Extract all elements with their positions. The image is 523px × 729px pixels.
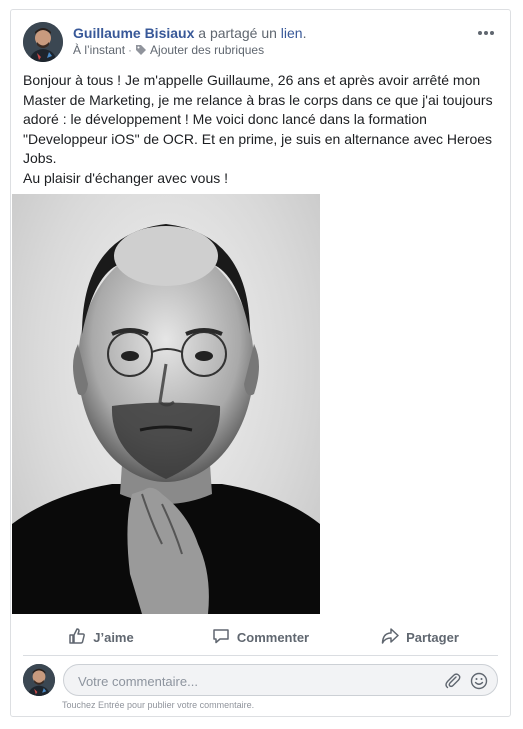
post-card: Guillaume Bisiaux a partagé un lien. À l…	[10, 9, 511, 717]
post-actions: J’aime Commenter Partager	[23, 620, 498, 654]
viewer-avatar[interactable]	[23, 664, 55, 696]
post-header: Guillaume Bisiaux a partagé un lien. À l…	[23, 22, 498, 62]
shared-text: a partagé un	[194, 25, 281, 41]
comment-button[interactable]: Commenter	[183, 621, 339, 653]
header-text: Guillaume Bisiaux a partagé un lien. À l…	[73, 24, 468, 57]
comment-composer	[23, 664, 498, 698]
more-options-button[interactable]	[474, 22, 498, 42]
tag-icon	[135, 44, 147, 56]
comment-input[interactable]	[76, 671, 420, 691]
viewer-avatar-image	[23, 664, 55, 696]
portrait-illustration	[12, 224, 320, 614]
smiley-icon[interactable]	[469, 671, 489, 691]
post-image[interactable]	[12, 194, 320, 614]
timestamp[interactable]: À l’instant	[73, 43, 125, 57]
share-label: Partager	[406, 629, 459, 645]
post-meta: À l’instant · Ajouter des rubriques	[73, 43, 468, 57]
post-title-line: Guillaume Bisiaux a partagé un lien.	[73, 24, 468, 42]
meta-separator: ·	[128, 43, 133, 57]
author-name[interactable]: Guillaume Bisiaux	[73, 25, 194, 41]
share-button[interactable]: Partager	[342, 621, 498, 653]
comment-label: Commenter	[236, 629, 310, 645]
like-button[interactable]: J’aime	[23, 621, 179, 653]
comment-hint: Touchez Entrée pour publier votre commen…	[62, 700, 255, 710]
thumbs-up-icon	[68, 627, 86, 648]
author-avatar[interactable]	[23, 22, 63, 62]
comment-box	[63, 664, 498, 696]
shared-link[interactable]: lien	[281, 25, 303, 41]
avatar-image	[23, 22, 63, 62]
comment-bubble-icon	[212, 627, 230, 648]
like-label: J’aime	[93, 629, 134, 645]
paperclip-icon[interactable]	[443, 671, 463, 691]
post-message: Bonjour à tous ! Je m'appelle Guillaume,…	[23, 72, 493, 186]
more-horizontal-icon	[477, 23, 495, 41]
actions-divider	[23, 655, 498, 656]
share-arrow-icon	[381, 627, 399, 648]
period-text: .	[302, 25, 307, 41]
add-topics-link[interactable]: Ajouter des rubriques	[150, 43, 264, 57]
